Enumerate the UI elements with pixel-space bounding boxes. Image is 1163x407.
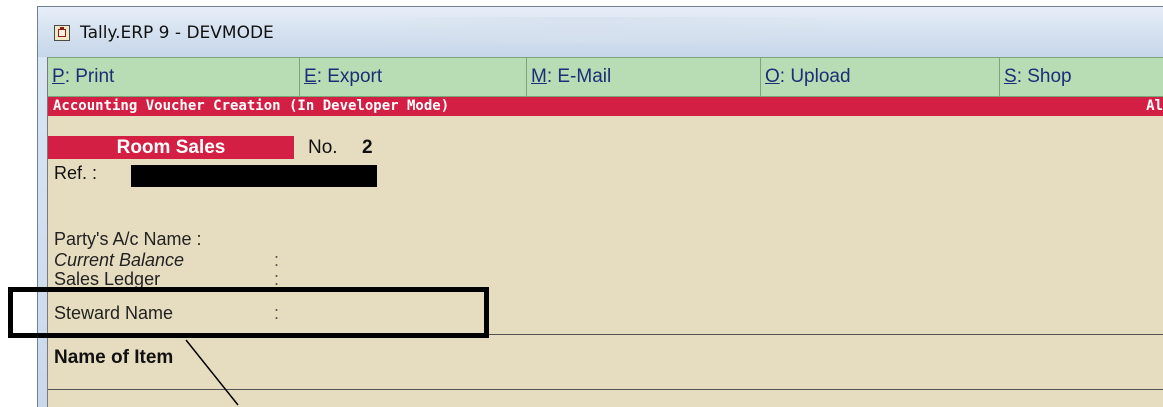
email-label: : E-Mail xyxy=(546,66,612,87)
shop-button[interactable]: S: Shop xyxy=(1000,58,1163,97)
print-label: : Print xyxy=(64,66,115,87)
current-balance-colon: : xyxy=(274,250,280,270)
email-button[interactable]: M: E-Mail xyxy=(527,58,761,97)
sales-ledger-label: Sales Ledger xyxy=(54,269,161,289)
voucher-type[interactable]: Room Sales xyxy=(48,136,294,159)
export-shortcut-key: E xyxy=(304,66,317,87)
upload-shortcut-key: O xyxy=(765,66,780,87)
tally-window: Tally.ERP 9 - DEVMODE P: Print E: Export… xyxy=(37,6,1163,407)
voucher-number: 2 xyxy=(362,137,373,158)
print-button[interactable]: P: Print xyxy=(48,58,300,97)
export-button[interactable]: E: Export xyxy=(300,58,527,97)
screen-title-right: Al xyxy=(1146,98,1163,114)
steward-name-colon: : xyxy=(274,303,280,323)
voucher-screen: P: Print E: Export M: E-Mail O: Upload S… xyxy=(47,57,1163,407)
current-balance-label: Current Balance xyxy=(54,250,185,270)
shop-label: : Shop xyxy=(1016,66,1072,87)
voucher-number-label: No. xyxy=(308,137,338,158)
window-title: Tally.ERP 9 - DEVMODE xyxy=(80,23,274,43)
reference-label: Ref. : xyxy=(54,163,98,183)
shop-shortcut-key: S xyxy=(1004,66,1017,87)
screen-title-bar: Accounting Voucher Creation (In Develope… xyxy=(48,97,1163,116)
column-header-item-name: Name of Item xyxy=(54,347,174,368)
tally-app-icon[interactable] xyxy=(54,25,70,41)
print-shortcut-key: P xyxy=(52,66,65,87)
table-header-divider xyxy=(48,389,1163,390)
upload-button[interactable]: O: Upload xyxy=(761,58,1000,97)
title-blur-region xyxy=(368,17,888,43)
title-bar[interactable]: Tally.ERP 9 - DEVMODE xyxy=(38,7,1163,57)
screen-title: Accounting Voucher Creation (In Develope… xyxy=(53,98,450,114)
upload-label: : Upload xyxy=(779,66,851,87)
steward-name-label: Steward Name xyxy=(54,303,174,323)
table-top-divider xyxy=(48,334,1163,335)
button-bar: P: Print E: Export M: E-Mail O: Upload S… xyxy=(48,57,1163,97)
party-name-label: Party's A/c Name : xyxy=(54,229,202,249)
reference-field-redacted[interactable] xyxy=(131,165,377,187)
sales-ledger-colon: : xyxy=(274,269,280,289)
email-shortcut-key: M xyxy=(531,66,547,87)
export-label: : Export xyxy=(316,66,383,87)
